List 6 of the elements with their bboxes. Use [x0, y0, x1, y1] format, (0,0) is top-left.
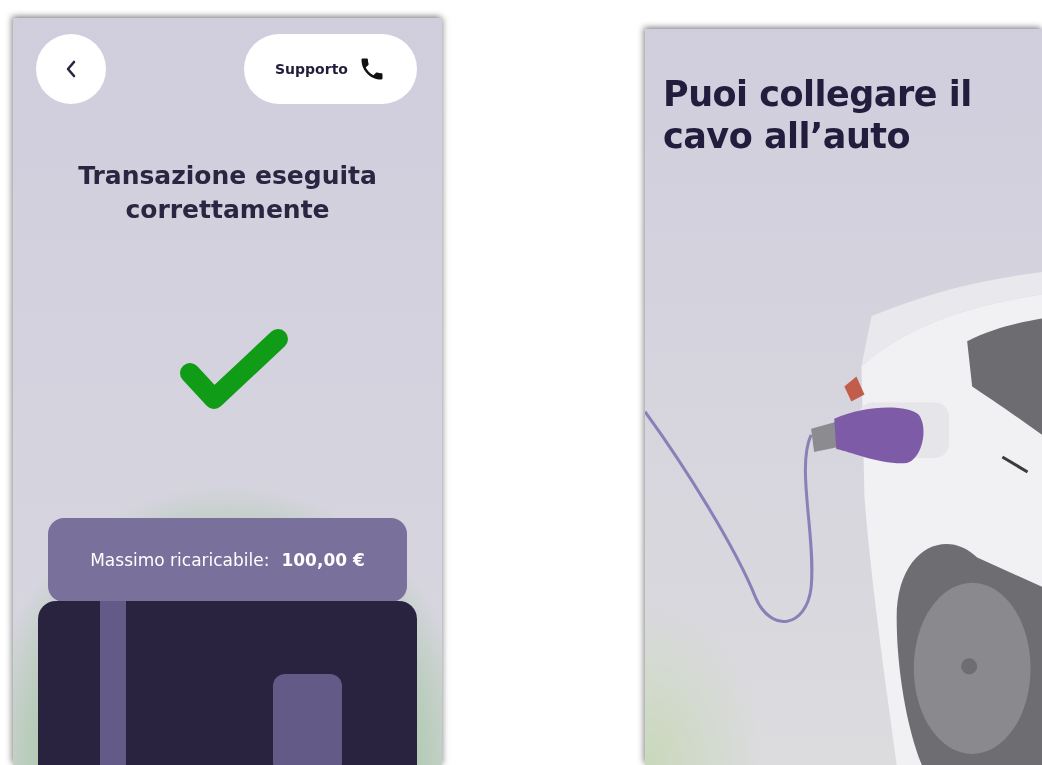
screen-title: Transazione eseguita correttamente	[77, 160, 378, 226]
screen-title: Puoi collegare il cavo all’auto	[663, 73, 973, 157]
chevron-left-icon	[65, 60, 77, 78]
limit-value: 100,00 €	[281, 550, 365, 570]
limit-label: Massimo ricaricabile:	[90, 550, 270, 570]
support-button[interactable]: Supporto	[244, 34, 417, 104]
